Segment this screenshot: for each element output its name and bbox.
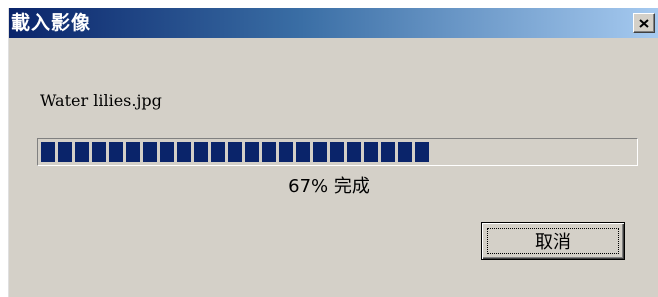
progress-fill [41,142,429,162]
progress-status: 67% 完成 [288,176,370,197]
dialog-title: 載入影像 [11,12,92,34]
focus-ring [487,228,619,254]
title-bar[interactable]: 載入影像 [9,8,658,38]
file-name-label: Water lilies.jpg [40,91,162,110]
close-button[interactable] [633,13,655,33]
progress-bar [37,138,638,166]
close-icon [639,18,649,28]
cancel-button[interactable]: 取消 [481,222,625,260]
